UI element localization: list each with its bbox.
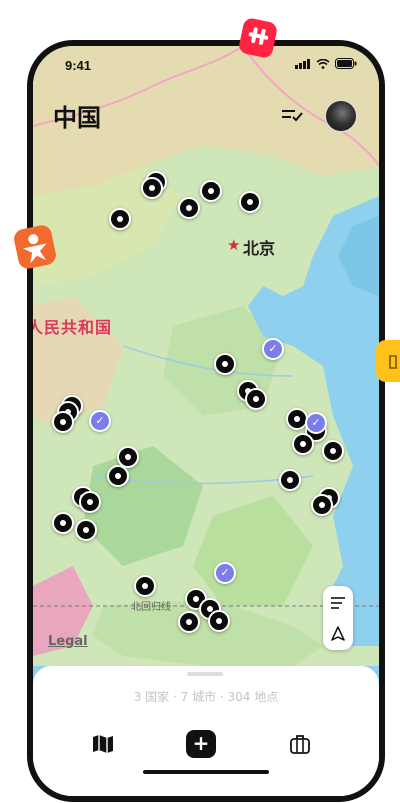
check-icon: ✓ — [311, 416, 321, 429]
tab-trips[interactable] — [286, 730, 314, 758]
place-pin[interactable] — [245, 388, 267, 410]
status-time: 9:41 — [65, 58, 92, 73]
status-bar: 9:41 — [33, 46, 379, 90]
place-pin[interactable] — [178, 197, 200, 219]
tropic-label: 北回归线 — [131, 602, 171, 613]
signal-icon — [295, 58, 310, 69]
tab-map[interactable] — [89, 730, 117, 758]
verified-pin[interactable]: ✓ — [89, 410, 111, 432]
legal-link[interactable]: Legal — [48, 634, 88, 649]
bottom-sheet[interactable]: 3 国家 · 7 城市 · 304 地点 + — [33, 666, 379, 796]
douyin-app-icon — [14, 225, 56, 269]
battery-icon — [335, 58, 357, 69]
tag-app-icon — [376, 340, 400, 382]
filter-icon[interactable] — [279, 104, 305, 126]
check-icon: ✓ — [95, 414, 105, 427]
map-controls — [323, 586, 353, 650]
city-label-beijing: 北京 — [243, 239, 276, 258]
place-pin[interactable] — [292, 433, 314, 455]
place-pin[interactable] — [208, 610, 230, 632]
home-indicator — [143, 770, 269, 774]
check-icon: ✓ — [268, 342, 278, 355]
verified-pin[interactable]: ✓ — [214, 562, 236, 584]
page-title: 中国 — [53, 104, 101, 132]
country-label: 人民共和国 — [33, 318, 113, 337]
layers-icon[interactable] — [323, 588, 353, 618]
place-pin[interactable] — [322, 440, 344, 462]
place-pin[interactable] — [109, 208, 131, 230]
check-icon: ✓ — [220, 566, 230, 579]
suitcase-icon — [290, 735, 310, 754]
map-icon — [93, 735, 113, 753]
place-pin[interactable] — [79, 491, 101, 513]
place-pin[interactable] — [141, 177, 163, 199]
verified-pin[interactable]: ✓ — [262, 338, 284, 360]
stats-summary: 3 国家 · 7 城市 · 304 地点 — [133, 690, 279, 704]
place-pin[interactable] — [52, 411, 74, 433]
place-pin[interactable] — [279, 469, 301, 491]
avatar[interactable] — [325, 100, 357, 132]
location-arrow-icon[interactable] — [323, 619, 353, 649]
app-screen: 9:41 中国 ★ 北京 人民共和国 北回归线 Legal ✓ ✓ ✓ ✓ 3 … — [33, 46, 379, 796]
sheet-handle[interactable] — [187, 672, 223, 676]
capital-star-icon: ★ — [227, 236, 241, 254]
place-pin[interactable] — [75, 519, 97, 541]
place-pin[interactable] — [52, 512, 74, 534]
place-pin[interactable] — [200, 180, 222, 202]
xiaohongshu-app-icon — [239, 18, 277, 58]
wifi-icon — [316, 58, 330, 69]
verified-pin[interactable]: ✓ — [305, 412, 327, 434]
status-icons — [295, 58, 357, 69]
place-pin[interactable] — [134, 575, 156, 597]
place-pin[interactable] — [311, 494, 333, 516]
place-pin[interactable] — [214, 353, 236, 375]
add-button[interactable]: + — [186, 730, 216, 758]
place-pin[interactable] — [178, 611, 200, 633]
place-pin[interactable] — [239, 191, 261, 213]
place-pin[interactable] — [107, 465, 129, 487]
